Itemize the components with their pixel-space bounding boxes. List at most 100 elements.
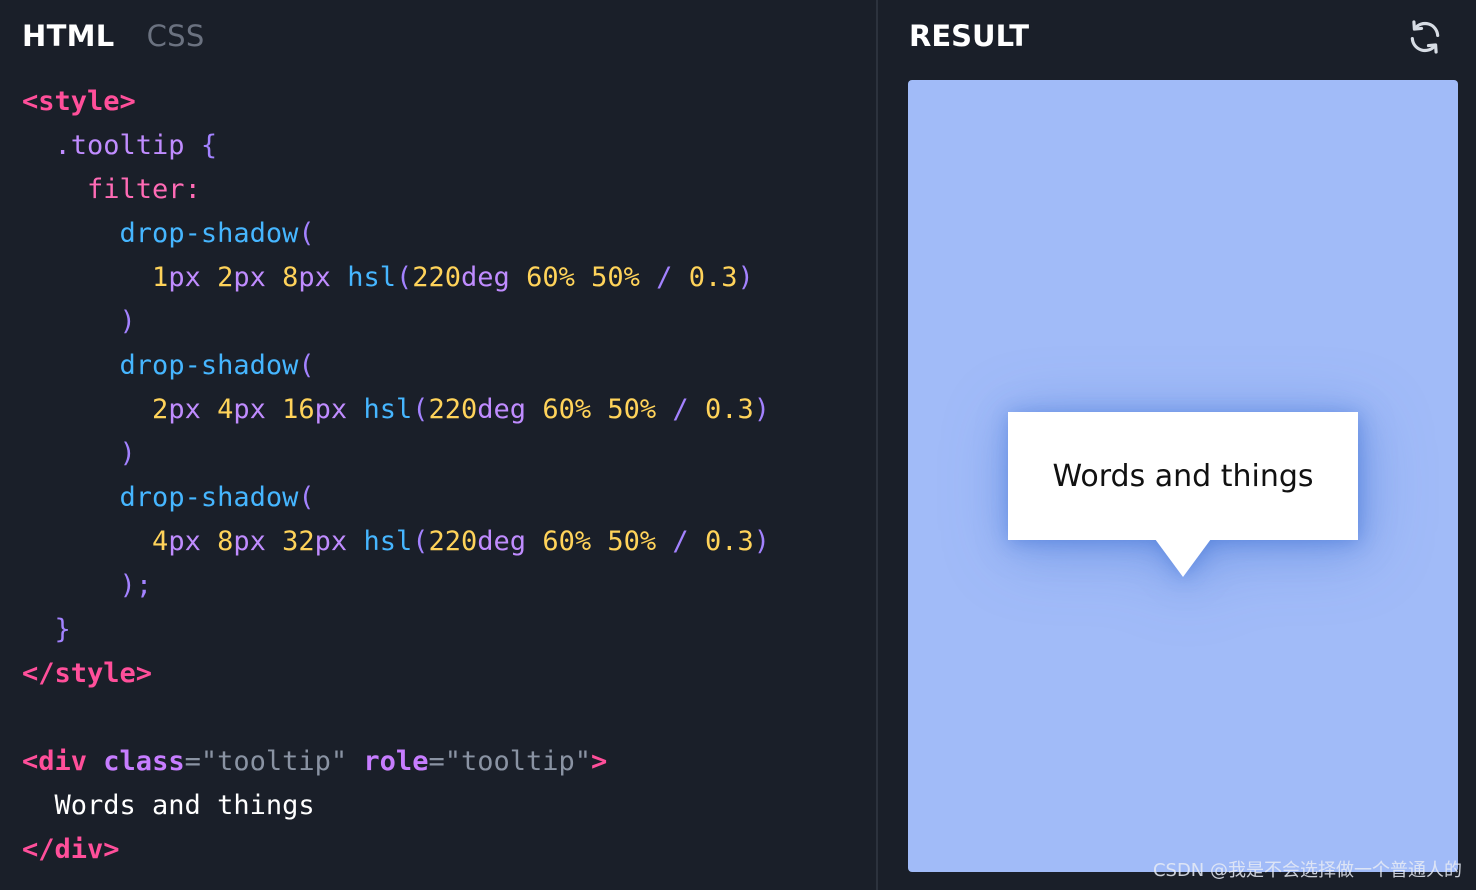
code-line-5: 1px 2px 8px hsl(220deg 60% 50% / 0.3) xyxy=(22,256,770,300)
watermark: CSDN @我是不会选择做一个普通人的 xyxy=(1152,860,1462,881)
num-value: 60% xyxy=(542,394,592,425)
unit: px xyxy=(233,526,266,557)
num-value: 0.3 xyxy=(704,394,754,425)
paren-open: ( xyxy=(298,350,315,381)
code-line-18: </div> xyxy=(22,828,770,872)
attr-name: role xyxy=(363,746,429,777)
paren-close: ) xyxy=(119,438,136,469)
unit: px xyxy=(168,526,201,557)
tag-end: > xyxy=(591,746,608,777)
num-value: 4 xyxy=(217,394,234,425)
attr-value: "tooltip" xyxy=(200,746,348,777)
code-line-11: 4px 8px 32px hsl(220deg 60% 50% / 0.3) xyxy=(22,520,770,564)
unit: deg xyxy=(477,394,527,425)
num-value: 0.3 xyxy=(704,526,754,557)
num-value: 1 xyxy=(152,262,169,293)
tooltip-text: Words and things xyxy=(1052,458,1314,494)
equals: = xyxy=(428,746,445,777)
unit: px xyxy=(168,394,201,425)
paren-open: ( xyxy=(412,526,429,557)
function-name: drop-shadow xyxy=(119,350,299,381)
tooltip: Words and things xyxy=(1008,412,1358,578)
num-value: 60% xyxy=(526,262,575,293)
div-close-tag: </div> xyxy=(22,834,120,865)
code-line-10: drop-shadow( xyxy=(22,476,770,520)
paren-open: ( xyxy=(395,262,413,293)
slash: / xyxy=(672,526,689,557)
num-value: 50% xyxy=(607,394,657,425)
unit: px xyxy=(298,262,331,293)
num-value: 8 xyxy=(282,262,299,293)
num-value: 50% xyxy=(607,526,657,557)
slash: / xyxy=(672,394,689,425)
num-value: 50% xyxy=(591,262,640,293)
hsl-function: hsl xyxy=(363,526,413,557)
num-value: 4 xyxy=(152,526,169,557)
num-value: 16 xyxy=(282,394,315,425)
body-text: Words and things xyxy=(54,790,315,821)
paren-close: ) xyxy=(753,394,770,425)
code-line-3: filter: xyxy=(22,168,770,212)
paren-open: ( xyxy=(298,218,315,249)
slash: / xyxy=(656,262,673,293)
refresh-icon xyxy=(1410,20,1440,54)
style-open-tag: <style> xyxy=(22,86,136,117)
code-line-16: <div class="tooltip" role="tooltip"> xyxy=(22,740,770,784)
tooltip-arrow xyxy=(1155,539,1211,577)
div-open-tag: <div xyxy=(22,746,88,777)
num-value: 2 xyxy=(152,394,169,425)
unit: deg xyxy=(461,262,510,293)
function-name: drop-shadow xyxy=(119,218,299,249)
num-value: 220 xyxy=(428,394,478,425)
unit: px xyxy=(233,262,266,293)
equals: = xyxy=(184,746,201,777)
num-value: 8 xyxy=(217,526,234,557)
tab-html[interactable]: HTML xyxy=(22,19,115,53)
code-line-13: } xyxy=(22,608,770,652)
css-property: filter: xyxy=(87,174,201,205)
code-editor-panel: HTML CSS <style> .tooltip { filter: drop… xyxy=(0,0,877,890)
code-line-8: 2px 4px 16px hsl(220deg 60% 50% / 0.3) xyxy=(22,388,770,432)
unit: px xyxy=(314,526,348,557)
code-line-6: ) xyxy=(22,300,770,344)
tooltip-box: Words and things xyxy=(1008,412,1358,540)
open-brace: { xyxy=(200,130,218,161)
num-value: 32 xyxy=(282,526,315,557)
num-value: 60% xyxy=(542,526,592,557)
num-value: 0.3 xyxy=(688,262,738,293)
code-line-12: ); xyxy=(22,564,770,608)
paren-close: ) xyxy=(737,262,754,293)
paren-close: ) xyxy=(753,526,770,557)
paren-open: ( xyxy=(298,482,315,513)
result-preview: Words and things xyxy=(908,80,1458,872)
code-line-14: </style> xyxy=(22,652,770,696)
refresh-button[interactable] xyxy=(1406,18,1444,56)
unit: px xyxy=(314,394,348,425)
result-panel: RESULT Words and things xyxy=(878,0,1476,890)
code-line-7: drop-shadow( xyxy=(22,344,770,388)
paren-close: ) xyxy=(119,570,136,601)
paren-close: ) xyxy=(119,306,136,337)
function-name: drop-shadow xyxy=(119,482,299,513)
num-value: 220 xyxy=(412,262,462,293)
unit: deg xyxy=(477,526,527,557)
style-close-tag: </style> xyxy=(22,658,153,689)
code-block[interactable]: <style> .tooltip { filter: drop-shadow( … xyxy=(22,80,770,872)
code-line-2: .tooltip { xyxy=(22,124,770,168)
editor-tabs: HTML CSS xyxy=(22,16,205,56)
css-selector: .tooltip xyxy=(54,130,185,161)
hsl-function: hsl xyxy=(347,262,396,293)
code-line-1: <style> xyxy=(22,80,770,124)
num-value: 220 xyxy=(428,526,478,557)
hsl-function: hsl xyxy=(363,394,413,425)
close-brace: } xyxy=(54,614,71,645)
num-value: 2 xyxy=(217,262,234,293)
result-title: RESULT xyxy=(909,19,1030,53)
code-line-17: Words and things xyxy=(22,784,770,828)
attr-value: "tooltip" xyxy=(444,746,592,777)
unit: px xyxy=(233,394,266,425)
tab-css[interactable]: CSS xyxy=(147,19,205,53)
unit: px xyxy=(168,262,201,293)
semicolon: ; xyxy=(135,570,153,601)
